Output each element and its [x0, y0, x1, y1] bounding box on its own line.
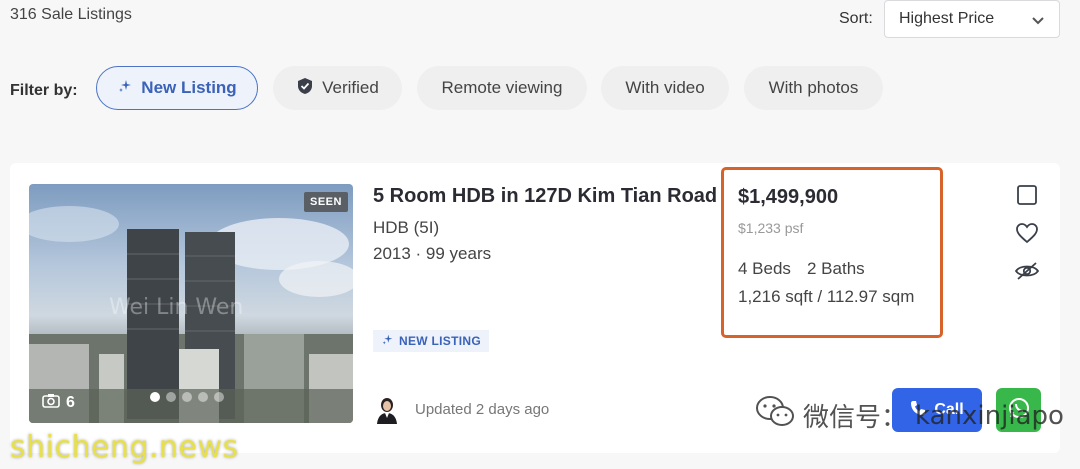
filter-verified[interactable]: Verified [273, 66, 402, 110]
seen-badge: SEEN [304, 192, 348, 212]
filter-remote-viewing[interactable]: Remote viewing [417, 66, 587, 110]
results-count: 316 Sale Listings [10, 6, 132, 23]
filter-label-with-photos: With photos [768, 78, 859, 97]
listing-title[interactable]: 5 Room HDB in 127D Kim Tian Road [373, 185, 717, 208]
wechat-label: 微信号： [803, 402, 908, 432]
agent-avatar[interactable] [374, 396, 400, 424]
filter-label-verified: Verified [322, 78, 379, 97]
filter-with-video[interactable]: With video [601, 66, 729, 110]
filter-with-photos[interactable]: With photos [744, 66, 883, 110]
camera-icon [42, 393, 60, 413]
property-type: HDB (5I) [373, 218, 440, 237]
site-watermark: shicheng.news [10, 430, 239, 465]
filter-label-remote-viewing: Remote viewing [441, 78, 563, 97]
updated-text: Updated 2 days ago [415, 401, 550, 418]
floor-area: 1,216 sqft / 112.97 sqm [738, 287, 915, 306]
compare-checkbox[interactable] [1014, 182, 1040, 208]
carousel-dot[interactable] [150, 392, 160, 402]
sort-value: Highest Price [899, 10, 995, 27]
listing-photo[interactable]: Wei Lin Wen [29, 184, 353, 423]
beds-count: 4 Beds [738, 259, 791, 278]
baths-count: 2 Baths [807, 259, 865, 278]
new-listing-badge: NEW LISTING [373, 330, 489, 352]
sort-label: Sort: [839, 10, 873, 27]
filter-new-listing[interactable]: New Listing [96, 66, 258, 110]
hide-eye-icon[interactable] [1014, 258, 1040, 284]
wechat-watermark: 微信号： kanxinjiapo [755, 395, 1064, 436]
carousel-dot[interactable] [214, 392, 224, 402]
filter-label: Filter by: [10, 82, 78, 99]
sparkle-icon [117, 78, 133, 99]
sparkle-icon [381, 333, 394, 349]
wechat-id: kanxinjiapo [915, 400, 1064, 431]
photo-count-value: 6 [66, 394, 75, 411]
listing-price: $1,499,900 [738, 186, 839, 208]
carousel-dot[interactable] [182, 392, 192, 402]
photo-count[interactable]: 6 [42, 393, 75, 413]
price-per-sqft: $1,233 psf [738, 220, 804, 236]
photo-watermark: Wei Lin Wen [109, 295, 243, 320]
filter-label-new-listing: New Listing [141, 78, 237, 97]
filter-label-with-video: With video [625, 78, 705, 97]
carousel-dots[interactable] [150, 392, 224, 402]
carousel-dot[interactable] [166, 392, 176, 402]
chevron-down-icon [1031, 13, 1045, 31]
shield-check-icon [296, 77, 314, 100]
wechat-icon [755, 395, 795, 436]
new-listing-badge-label: NEW LISTING [399, 334, 481, 348]
listing-photo-scene: Wei Lin Wen [29, 206, 353, 423]
sort-select[interactable]: Highest Price [884, 0, 1060, 38]
carousel-dot[interactable] [198, 392, 208, 402]
built-tenure: 2013 · 99 years [373, 244, 492, 263]
heart-icon[interactable] [1014, 220, 1040, 246]
